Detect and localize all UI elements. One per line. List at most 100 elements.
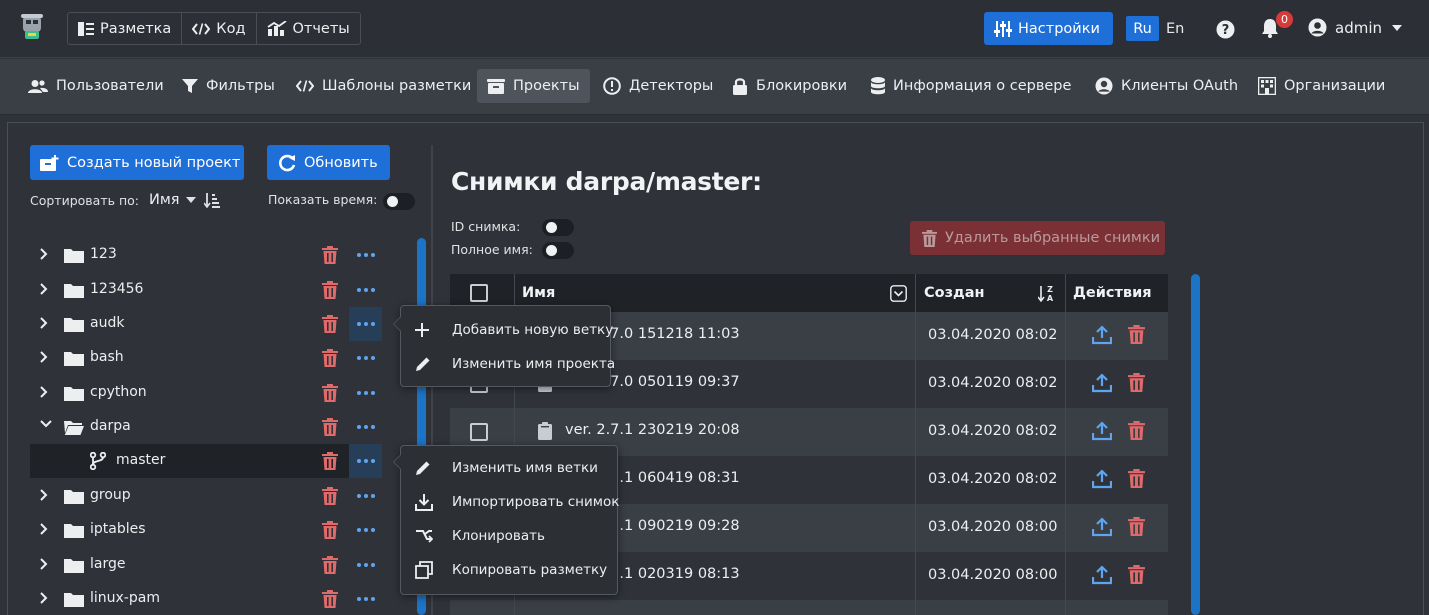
trash-icon[interactable] [322,521,338,539]
app-logo-icon[interactable] [19,13,45,41]
project-name: iptables [90,521,146,537]
create-project-button[interactable]: Создать новый проект [30,145,244,180]
trash-icon[interactable] [1128,517,1145,536]
more-button[interactable] [349,410,382,444]
more-button[interactable] [349,582,382,615]
user-menu[interactable]: admin [1308,18,1402,37]
chevron-down-icon[interactable] [40,420,52,428]
nav-item-oauth-clients[interactable]: Клиенты OAuth [1085,69,1248,103]
nav-item-server-info[interactable]: Информация о сервере [861,69,1081,103]
branch-row-selected[interactable]: master [30,444,382,478]
project-row[interactable]: bash [30,341,382,375]
nav-item-detectors[interactable]: Детекторы [593,69,723,103]
project-row[interactable]: 123 [30,238,382,272]
trash-icon[interactable] [1128,469,1145,488]
project-row[interactable]: 123456 [30,273,382,307]
menu-rename-project[interactable]: Изменить имя проекта [401,347,615,381]
project-row[interactable]: cpython [30,376,382,410]
chevron-right-icon[interactable] [40,592,48,604]
table-row[interactable] [450,600,1168,615]
menu-clone[interactable]: Клонировать [401,519,617,553]
show-time-toggle[interactable] [383,193,415,210]
project-row[interactable]: iptables [30,513,382,547]
more-button[interactable] [349,273,382,307]
chevron-right-icon[interactable] [40,283,48,295]
upload-icon[interactable] [1092,517,1112,537]
select-all-checkbox[interactable] [470,284,488,302]
menu-copy-markup[interactable]: Копировать разметку [401,553,617,587]
project-row[interactable]: group [30,479,382,513]
column-menu-icon[interactable] [890,285,907,302]
chevron-right-icon[interactable] [40,248,48,260]
lang-ru-button[interactable]: Ru [1126,16,1159,41]
trash-icon[interactable] [322,384,338,402]
project-row[interactable]: linux-pam [30,582,382,615]
refresh-button[interactable]: Обновить [267,145,390,180]
trash-icon[interactable] [322,418,338,436]
mode-markup[interactable]: Разметка [68,13,183,44]
trash-icon[interactable] [1128,373,1145,392]
more-button-active[interactable] [349,444,382,478]
upload-icon[interactable] [1092,373,1112,393]
fullname-toggle[interactable] [542,242,574,259]
upload-icon[interactable] [1092,469,1112,489]
trash-icon[interactable] [322,452,338,470]
sort-direction-icon[interactable] [203,192,220,208]
trash-icon[interactable] [1128,325,1145,344]
chevron-right-icon[interactable] [40,386,48,398]
exclamation-circle-icon [603,77,621,95]
nav-item-projects[interactable]: Проекты [477,69,590,103]
project-row[interactable]: large [30,548,382,582]
more-button[interactable] [349,238,382,272]
trash-icon[interactable] [322,590,338,608]
trash-icon[interactable] [322,349,338,367]
sort-select[interactable]: Имя [149,192,180,208]
trash-icon[interactable] [322,556,338,574]
sort-za-icon[interactable]: ZA [1038,284,1054,302]
chevron-right-icon[interactable] [40,351,48,363]
delete-selected-button[interactable]: Удалить выбранные снимки [910,221,1165,255]
upload-icon[interactable] [1092,421,1112,441]
snapshot-id-toggle[interactable] [542,219,574,236]
nav-item-organizations[interactable]: Организации [1248,69,1395,103]
more-button[interactable] [349,479,382,513]
trash-icon[interactable] [1128,565,1145,584]
nav-item-templates[interactable]: Шаблоны разметки [286,69,481,103]
project-row[interactable]: darpa [30,410,382,444]
caret-down-icon[interactable] [185,197,196,203]
trash-icon[interactable] [322,246,338,264]
more-button[interactable] [349,376,382,410]
menu-add-branch[interactable]: Добавить новую ветку [401,313,613,347]
mode-code[interactable]: Код [182,13,257,44]
table-scrollbar[interactable] [1191,274,1200,615]
more-button[interactable] [349,513,382,547]
mode-reports[interactable]: Отчеты [257,13,360,44]
mode-switcher: Разметка Код Отчеты [67,12,361,45]
chevron-right-icon[interactable] [40,558,48,570]
menu-rename-branch[interactable]: Изменить имя ветки [401,451,617,485]
nav-label: Пользователи [56,78,164,94]
row-checkbox[interactable] [470,423,488,441]
nav-item-filters[interactable]: Фильтры [172,69,285,103]
lang-en-button[interactable]: En [1166,16,1184,41]
nav-item-users[interactable]: Пользователи [18,69,174,103]
chevron-right-icon[interactable] [40,317,48,329]
trash-icon[interactable] [322,281,338,299]
upload-icon[interactable] [1092,565,1112,585]
upload-icon[interactable] [1092,325,1112,345]
trash-icon[interactable] [1128,421,1145,440]
chevron-right-icon[interactable] [40,489,48,501]
trash-icon[interactable] [322,315,338,333]
chevron-right-icon[interactable] [40,523,48,535]
more-button[interactable] [349,341,382,375]
help-icon[interactable]: ? [1216,20,1235,43]
nav-item-locks[interactable]: Блокировки [722,69,857,103]
top-bar: Разметка Код Отчеты Настройки Ru En ? 0 [0,0,1429,58]
settings-button[interactable]: Настройки [984,12,1113,45]
column-created-header[interactable]: Создан [924,274,985,312]
more-button-active[interactable] [349,307,382,341]
project-row[interactable]: audk [30,307,382,341]
more-button[interactable] [349,548,382,582]
trash-icon[interactable] [322,487,338,505]
menu-import-snapshot[interactable]: Импортировать снимок [401,485,619,519]
